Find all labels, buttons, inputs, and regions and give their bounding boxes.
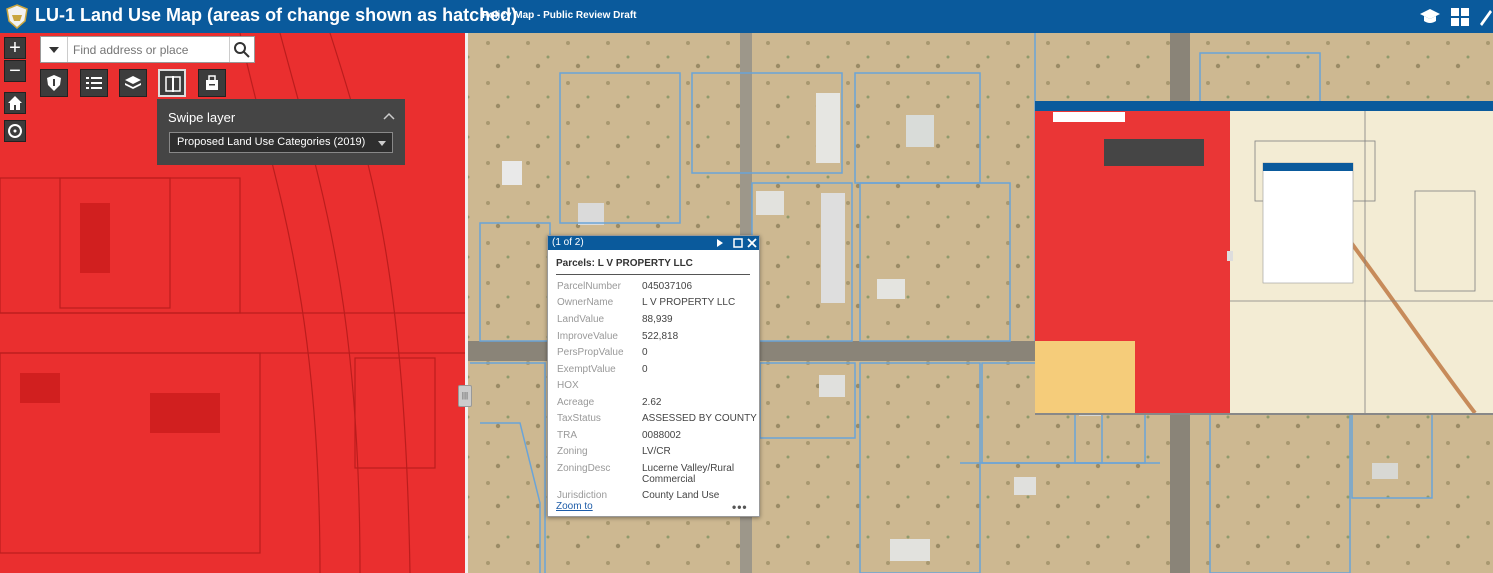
field-label: TaxStatus — [557, 413, 601, 424]
app-subtitle: Policy Map - Public Review Draft — [482, 10, 637, 21]
close-icon[interactable] — [747, 238, 757, 248]
popup-field-row: LandValue 88,939 — [557, 314, 757, 330]
field-label: ImproveValue — [557, 331, 618, 342]
popup-title: Parcels: L V PROPERTY LLC — [556, 258, 693, 269]
field-value: 045037106 — [642, 281, 693, 292]
field-label: Acreage — [557, 397, 595, 408]
swipe-icon — [165, 76, 181, 92]
maximize-icon[interactable] — [733, 238, 743, 248]
zoom-to-link[interactable]: Zoom to — [556, 501, 593, 512]
popup-field-row: HOX — [557, 380, 757, 396]
inset-map-preview — [1035, 101, 1493, 415]
search-source-dropdown[interactable] — [41, 37, 68, 62]
field-label: TRA — [557, 430, 577, 441]
field-value: Lucerne Valley/Rural Commercial — [642, 463, 735, 485]
swipe-layer-select[interactable]: Proposed Land Use Categories (2019) — [169, 132, 393, 153]
field-label: OwnerName — [557, 297, 614, 308]
field-value: 522,818 — [642, 331, 679, 342]
locate-icon — [8, 124, 22, 138]
print-button[interactable] — [198, 69, 226, 97]
field-value: L V PROPERTY LLC — [642, 297, 736, 308]
search-widget — [40, 36, 255, 63]
layers-icon — [125, 76, 141, 89]
swipe-handle[interactable]: ||| — [458, 385, 472, 407]
more-actions-button[interactable]: ••• — [732, 500, 748, 514]
county-seal-icon — [6, 4, 28, 29]
popup-divider — [556, 274, 750, 275]
zoom-in-button[interactable]: + — [4, 37, 26, 59]
swipe-layer-selected: Proposed Land Use Categories (2019) — [177, 136, 366, 148]
field-value: 0 — [642, 347, 648, 358]
popup-field-row: TRA 0088002 — [557, 430, 757, 446]
about-button[interactable] — [40, 69, 68, 97]
home-icon — [8, 96, 22, 110]
locate-button[interactable] — [4, 120, 26, 142]
shield-icon — [47, 75, 61, 91]
field-label: ZoningDesc — [557, 463, 611, 474]
field-label: Zoning — [557, 446, 588, 457]
popup-field-row: PersPropValue 0 — [557, 347, 757, 363]
home-button[interactable] — [4, 92, 26, 114]
field-value: 88,939 — [642, 314, 673, 325]
popup-field-row: OwnerName L V PROPERTY LLC — [557, 297, 757, 313]
graduation-cap-icon[interactable] — [1419, 6, 1441, 28]
search-input[interactable] — [71, 40, 235, 60]
swipe-layer-panel: Swipe layer Proposed Land Use Categories… — [157, 99, 405, 165]
next-arrow-icon[interactable] — [716, 239, 724, 247]
legend-list-icon — [86, 77, 102, 89]
popup-field-row: ImproveValue 522,818 — [557, 331, 757, 347]
swipe-button[interactable] — [158, 69, 186, 97]
grid-apps-icon[interactable] — [1449, 6, 1471, 28]
field-label: HOX — [557, 380, 579, 391]
inset-map-graphic — [1035, 111, 1493, 413]
popup-header: (1 of 2) — [548, 236, 759, 250]
search-button[interactable] — [229, 37, 254, 62]
popup-field-row: TaxStatus ASSESSED BY COUNTY — [557, 413, 757, 429]
swipe-panel-title: Swipe layer — [168, 110, 236, 125]
print-icon — [206, 75, 218, 90]
caret-down-icon — [49, 47, 59, 53]
popup-count: (1 of 2) — [552, 237, 584, 248]
caret-down-icon — [378, 141, 386, 146]
chevron-up-icon[interactable] — [383, 111, 395, 121]
search-icon — [234, 42, 250, 58]
field-value: 2.62 — [642, 397, 662, 408]
field-value: LV/CR — [642, 446, 671, 457]
popup-field-row: ZoningDesc Lucerne Valley/Rural Commercia… — [557, 463, 757, 485]
layers-button[interactable] — [119, 69, 147, 97]
inset-header-bar — [1035, 101, 1493, 111]
popup-field-row: ExemptValue 0 — [557, 364, 757, 380]
field-value: 0088002 — [642, 430, 681, 441]
feature-popup: (1 of 2) Parcels: L V PROPERTY LLC Parce… — [547, 235, 760, 517]
app-header: LU-1 Land Use Map (areas of change shown… — [0, 0, 1493, 33]
popup-field-row: Acreage 2.62 — [557, 397, 757, 413]
field-label: Jurisdiction — [557, 490, 608, 501]
popup-field-row: Zoning LV/CR — [557, 446, 757, 462]
field-label: LandValue — [557, 314, 605, 325]
app-title: LU-1 Land Use Map (areas of change shown… — [35, 5, 518, 25]
legend-button[interactable] — [80, 69, 108, 97]
field-value: 0 — [642, 364, 648, 375]
field-label: ExemptValue — [557, 364, 616, 375]
field-label: PersPropValue — [557, 347, 624, 358]
pencil-icon[interactable] — [1478, 6, 1493, 28]
field-value: ASSESSED BY COUNTY — [642, 413, 757, 424]
field-label: ParcelNumber — [557, 281, 621, 292]
zoom-out-button[interactable]: − — [4, 60, 26, 82]
popup-field-row: ParcelNumber 045037106 — [557, 281, 757, 297]
